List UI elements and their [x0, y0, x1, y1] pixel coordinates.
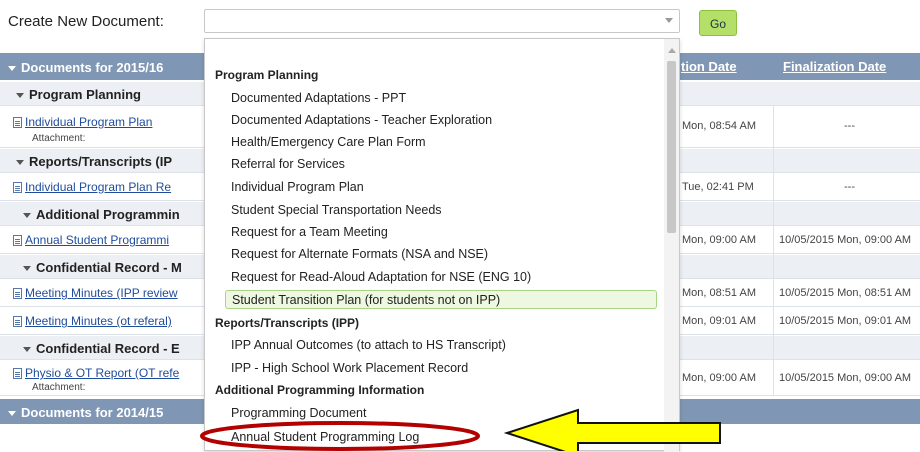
dropdown-option[interactable]: Documented Adaptations - Teacher Explora… [231, 113, 492, 127]
collapse-caret-icon [8, 66, 16, 72]
finalization-date-cell: 10/05/2015 Mon, 08:51 AM [779, 287, 912, 299]
document-icon [13, 288, 22, 300]
finalization-date-cell: --- [844, 181, 855, 193]
dropdown-option[interactable]: Request for a Team Meeting [231, 225, 388, 239]
collapse-caret-icon [16, 160, 24, 166]
column-divider [773, 106, 774, 396]
scroll-up-arrow-icon[interactable] [668, 48, 676, 53]
finalization-date-cell: 10/05/2015 Mon, 09:00 AM [779, 372, 912, 384]
creation-date-cell: Mon, 09:01 AM [682, 315, 756, 327]
document-icon [13, 117, 22, 129]
dropdown-option-highlighted[interactable]: Student Transition Plan (for students no… [225, 290, 657, 309]
document-link[interactable]: Annual Student Programmi [25, 233, 169, 247]
collapse-caret-icon [8, 411, 16, 417]
document-link[interactable]: Individual Program Plan Re [25, 180, 171, 194]
creation-date-cell: Mon, 09:00 AM [682, 234, 756, 246]
section-title: Reports/Transcripts (IP [29, 154, 173, 169]
finalization-date-cell: --- [844, 120, 855, 132]
dropdown-option[interactable]: Annual Student Programming Log [231, 430, 419, 444]
collapse-caret-icon [16, 93, 24, 99]
dropdown-option[interactable]: Request for Alternate Formats (NSA and N… [231, 247, 488, 261]
dropdown-option[interactable]: IPP - High School Work Placement Record [231, 361, 468, 375]
finalization-date-column-header[interactable]: Finalization Date [783, 53, 886, 80]
go-button[interactable]: Go [699, 10, 737, 36]
document-link[interactable]: Physio & OT Report (OT refe [25, 366, 179, 380]
attachment-label: Attachment: [32, 382, 86, 393]
dropdown-option[interactable]: Health/Emergency Care Plan Form [231, 135, 426, 149]
document-link[interactable]: Meeting Minutes (IPP review [25, 286, 178, 300]
document-icon [13, 235, 22, 247]
finalization-date-cell: 10/05/2015 Mon, 09:00 AM [779, 234, 912, 246]
document-link[interactable]: Meeting Minutes (ot referal) [25, 314, 172, 328]
collapse-caret-icon [23, 347, 31, 353]
create-document-label: Create New Document: [8, 13, 164, 30]
section-title: Confidential Record - M [36, 260, 182, 275]
section-title: Program Planning [29, 87, 141, 102]
dropdown-option[interactable]: Documented Adaptations - PPT [231, 91, 406, 105]
document-icon [13, 368, 22, 380]
scrollbar-thumb[interactable] [667, 61, 676, 233]
document-type-dropdown[interactable]: Program Planning Documented Adaptations … [204, 38, 680, 452]
dropdown-option[interactable]: Individual Program Plan [231, 180, 364, 194]
creation-date-cell: Tue, 02:41 PM [682, 181, 754, 193]
creation-date-cell: Mon, 09:00 AM [682, 372, 756, 384]
document-icon [13, 182, 22, 194]
document-icon [13, 316, 22, 328]
document-type-select[interactable] [204, 9, 680, 33]
option-group-additional-programming: Additional Programming Information [215, 383, 425, 397]
section-title: Additional Programmin [36, 207, 180, 222]
option-group-program-planning: Program Planning [215, 68, 319, 82]
dropdown-option[interactable]: Student Special Transportation Needs [231, 203, 442, 217]
option-group-reports-transcripts: Reports/Transcripts (IPP) [215, 316, 360, 330]
creation-date-column-header[interactable]: tion Date [681, 53, 737, 80]
dropdown-option[interactable]: Referral for Services [231, 157, 345, 171]
creation-date-cell: Mon, 08:51 AM [682, 287, 756, 299]
collapse-caret-icon [23, 213, 31, 219]
document-link[interactable]: Individual Program Plan [25, 115, 152, 129]
dropdown-option[interactable]: IPP Annual Outcomes (to attach to HS Tra… [231, 338, 506, 352]
attachment-label: Attachment: [32, 133, 86, 144]
chevron-down-icon[interactable] [665, 18, 673, 23]
collapse-caret-icon [23, 266, 31, 272]
dropdown-option[interactable]: Programming Document [231, 406, 366, 420]
year-header-label: Documents for 2014/15 [21, 405, 164, 420]
create-document-toolbar: Create New Document: Go [0, 0, 920, 42]
creation-date-cell: Mon, 08:54 AM [682, 120, 756, 132]
finalization-date-cell: 10/05/2015 Mon, 09:01 AM [779, 315, 912, 327]
year-header-label: Documents for 2015/16 [21, 60, 164, 75]
dropdown-options-list: Program Planning Documented Adaptations … [205, 39, 665, 452]
dropdown-option[interactable]: Request for Read-Aloud Adaptation for NS… [231, 270, 531, 284]
section-title: Confidential Record - E [36, 341, 180, 356]
dropdown-scrollbar[interactable] [664, 39, 679, 452]
